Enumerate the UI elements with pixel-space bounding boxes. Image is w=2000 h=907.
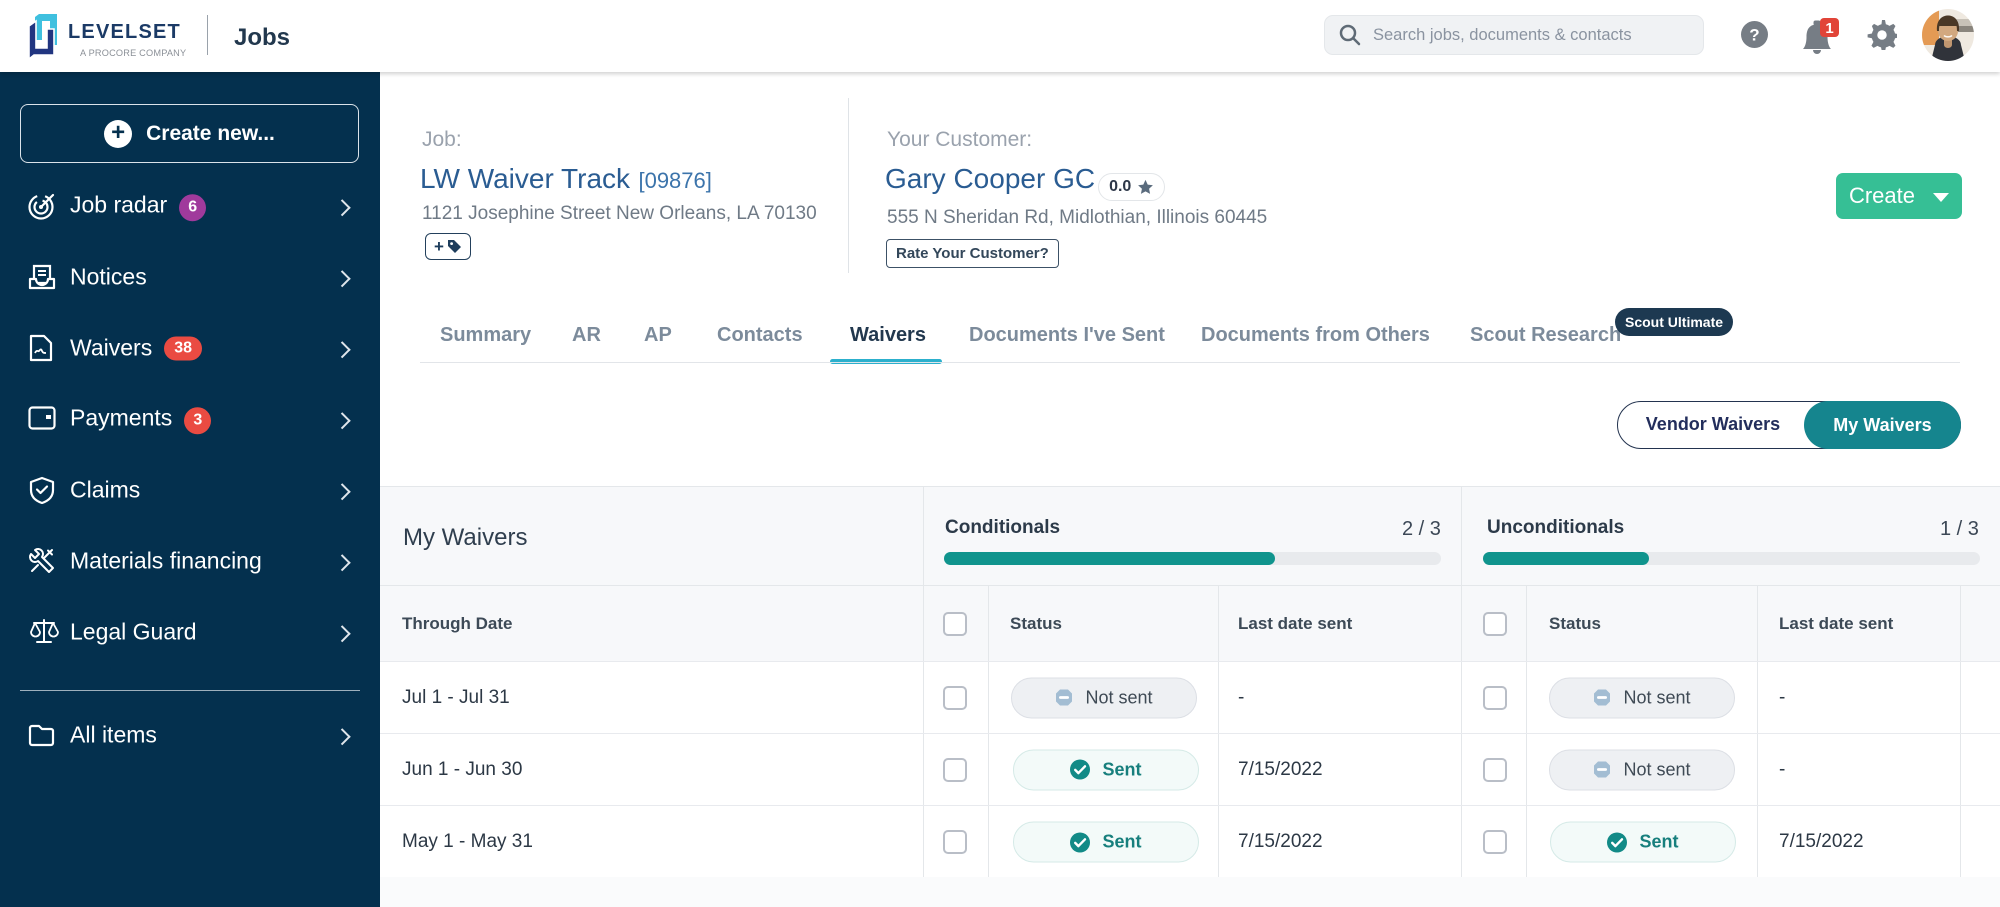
svg-text:1: 1 <box>1825 20 1833 37</box>
svg-text:?: ? <box>1749 26 1759 45</box>
